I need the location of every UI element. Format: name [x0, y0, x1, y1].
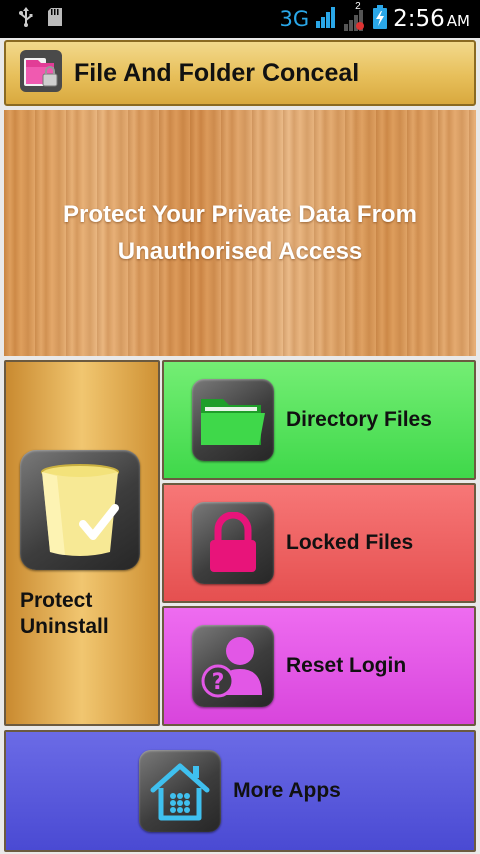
home-grid-icon [139, 750, 222, 832]
network-type: 3G [279, 7, 310, 31]
svg-text:?: ? [212, 670, 225, 695]
status-bar: 3G 2 2:56 AM [0, 0, 480, 38]
wood-banner: Protect Your Private Data From Unauthori… [4, 110, 476, 356]
directory-files-label: Directory Files [286, 408, 432, 431]
sim2-signal-icon: 2 [343, 1, 367, 31]
bin-check-icon [20, 450, 140, 570]
reset-login-button[interactable]: ? Reset Login [162, 606, 476, 726]
protect-uninstall-button[interactable]: Protect Uninstall [4, 360, 160, 726]
more-apps-button[interactable]: More Apps [4, 730, 476, 852]
signal-icon [315, 6, 337, 33]
locked-files-label: Locked Files [286, 531, 414, 554]
banner-text: Protect Your Private Data From Unauthori… [63, 201, 417, 265]
more-apps-label: More Apps [233, 779, 341, 802]
clock-time: 2:56 [393, 6, 445, 32]
clock: 2:56 AM [393, 6, 470, 32]
green-folder-icon [192, 379, 274, 461]
app-title: File And Folder Conceal [74, 58, 360, 87]
protect-uninstall-label: Protect Uninstall [20, 589, 109, 638]
sd-card-icon [48, 7, 62, 31]
directory-files-button[interactable]: Directory Files [162, 360, 476, 480]
user-question-icon: ? [192, 625, 274, 707]
folder-lock-icon [20, 49, 62, 97]
usb-icon [18, 6, 34, 32]
sim2-label: 2 [355, 1, 361, 12]
padlock-icon [192, 502, 274, 584]
reset-login-label: Reset Login [286, 654, 407, 677]
battery-charging-icon [373, 4, 388, 34]
locked-files-button[interactable]: Locked Files [162, 483, 476, 603]
app-title-bar: File And Folder Conceal [4, 40, 476, 106]
clock-ampm: AM [446, 12, 470, 30]
